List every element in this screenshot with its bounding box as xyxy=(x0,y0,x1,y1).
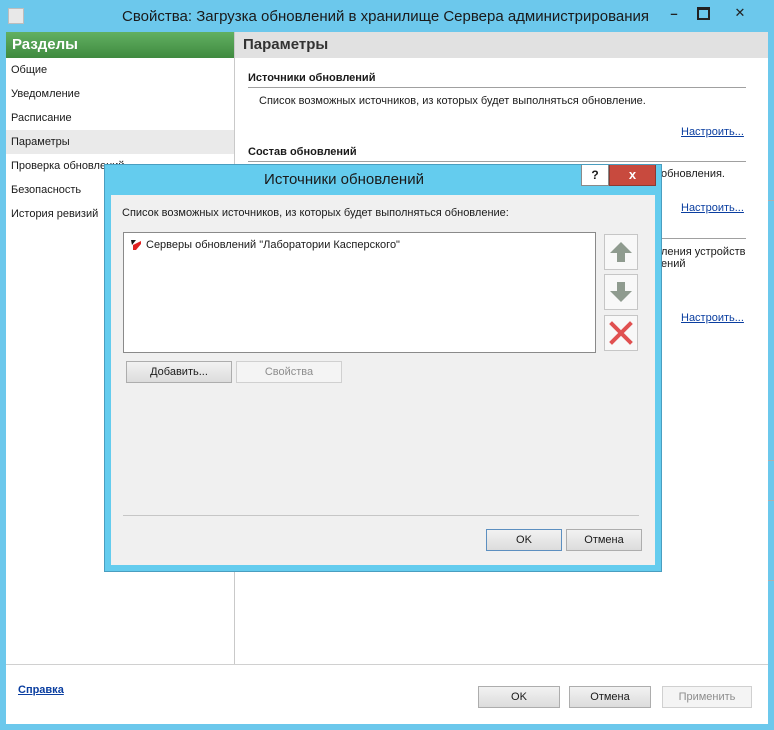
sidebar-item-general[interactable]: Общие xyxy=(6,58,234,82)
source-properties-button[interactable]: Свойства xyxy=(236,361,342,383)
close-button[interactable]: ✕ xyxy=(718,2,762,24)
source-label: Серверы обновлений "Лаборатории Касперск… xyxy=(146,239,400,251)
background-fragment xyxy=(768,200,774,201)
minimize-button[interactable]: – xyxy=(661,2,687,24)
list-item[interactable]: Серверы обновлений "Лаборатории Касперск… xyxy=(130,237,400,253)
section-title-update-sources: Источники обновлений xyxy=(248,72,376,84)
background-fragment xyxy=(768,500,774,501)
sidebar-header: Разделы xyxy=(6,32,234,58)
dialog-ok-button[interactable]: OK xyxy=(486,529,562,551)
dialog-footer-divider xyxy=(123,515,639,516)
sidebar-item-parameters[interactable]: Параметры xyxy=(6,130,234,154)
background-fragment xyxy=(768,460,774,461)
help-link[interactable]: Справка xyxy=(18,684,64,696)
parameters-header: Параметры xyxy=(235,32,768,58)
configure-sources-link[interactable]: Настроить... xyxy=(681,126,744,138)
arrow-up-icon xyxy=(610,242,632,262)
section-description: ления устройств xyxy=(661,246,746,258)
maximize-button[interactable] xyxy=(690,2,716,24)
section-description: ений xyxy=(661,258,686,270)
delete-icon xyxy=(609,321,633,345)
configure-content-link[interactable]: Настроить... xyxy=(681,202,744,214)
dialog-description: Список возможных источников, из которых … xyxy=(122,207,509,219)
apply-button[interactable]: Применить xyxy=(662,686,752,708)
dialog-title: Источники обновлений xyxy=(264,171,424,188)
move-up-button[interactable] xyxy=(604,234,638,270)
maximize-icon xyxy=(696,6,710,20)
ok-button[interactable]: OK xyxy=(478,686,560,708)
arrow-down-icon xyxy=(610,282,632,302)
configure-devices-link[interactable]: Настроить... xyxy=(681,312,744,324)
move-down-button[interactable] xyxy=(604,274,638,310)
background-fragment xyxy=(768,580,774,581)
sidebar-item-notification[interactable]: Уведомление xyxy=(6,82,234,106)
add-source-button[interactable]: Добавить... xyxy=(126,361,232,383)
section-description: обновления. xyxy=(661,168,725,180)
dialog-body: Список возможных источников, из которых … xyxy=(111,195,655,565)
section-description: Список возможных источников, из которых … xyxy=(259,95,646,107)
section-divider xyxy=(248,161,746,162)
cancel-button[interactable]: Отмена xyxy=(569,686,651,708)
section-divider xyxy=(248,87,746,88)
dialog-cancel-button[interactable]: Отмена xyxy=(566,529,642,551)
footer-divider xyxy=(6,664,768,665)
kaspersky-icon xyxy=(130,239,142,251)
dialog-help-button[interactable]: ? xyxy=(581,165,609,186)
sources-list[interactable]: Серверы обновлений "Лаборатории Касперск… xyxy=(123,232,596,353)
delete-button[interactable] xyxy=(604,315,638,351)
sidebar-item-schedule[interactable]: Расписание xyxy=(6,106,234,130)
update-sources-dialog: Источники обновлений ? x Список возможны… xyxy=(104,164,662,572)
window-titlebar[interactable]: Свойства: Загрузка обновлений в хранилищ… xyxy=(0,0,774,32)
section-title-update-content: Состав обновлений xyxy=(248,146,357,158)
dialog-close-button[interactable]: x xyxy=(609,165,656,186)
window-title: Свойства: Загрузка обновлений в хранилищ… xyxy=(122,8,649,25)
